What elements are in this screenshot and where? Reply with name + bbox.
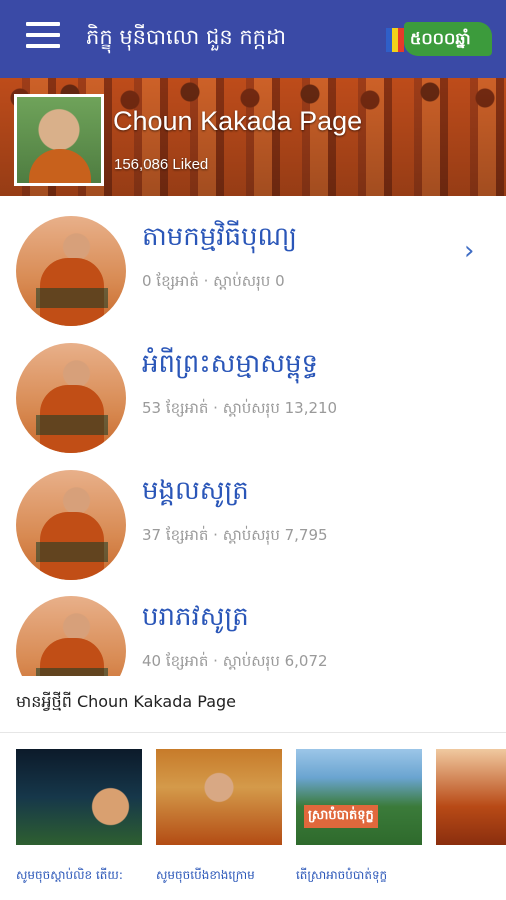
playlist-meta: 40 ខ្សែអាត់ · ស្តាប់សរុប 6,072	[142, 652, 328, 670]
menu-icon[interactable]	[26, 22, 60, 52]
video-caption: សូមចុចស្តាប់លិខ តើយ:	[16, 868, 123, 882]
video-card[interactable]	[436, 749, 506, 881]
playlist-item[interactable]: អំពីព្រះសម្មាសម្ពុទ្ធ 53 ខ្សែអាត់ · ស្តា…	[0, 323, 506, 453]
playlist-avatar	[16, 470, 126, 580]
app-title: ភិក្ខុ មុនីបាលោ ជួន កក្កដា	[86, 25, 286, 49]
cover-banner: Choun Kakada Page 156,086 Liked	[0, 78, 506, 196]
playlist-title: មង្គលសូត្រ	[142, 476, 249, 506]
badge-text: ៥០០០ឆ្នាំ	[410, 29, 471, 48]
playlist-title: បរាភវសូត្រ	[142, 602, 249, 632]
playlist-list: តាមកម្មវិធីបុណ្យ 0 ខ្សែអាត់ · ស្តាប់សរុប…	[0, 196, 506, 676]
whats-new-heading: មានអ្វីថ្មីពី Choun Kakada Page	[16, 692, 236, 711]
video-thumbnail	[436, 749, 506, 845]
playlist-title: តាមកម្មវិធីបុណ្យ	[142, 222, 298, 252]
playlist-meta: 37 ខ្សែអាត់ · ស្តាប់សរុប 7,795	[142, 526, 328, 544]
playlist-avatar	[16, 596, 126, 676]
playlist-title: អំពីព្រះសម្មាសម្ពុទ្ធ	[142, 349, 318, 379]
video-card[interactable]: សូមចុចបើងខាងក្រោម	[156, 749, 282, 882]
video-thumbnail	[156, 749, 282, 845]
video-caption: សូមចុចបើងខាងក្រោម	[156, 868, 255, 882]
chevron-right-icon[interactable]: ›	[464, 236, 474, 266]
video-card[interactable]: សូមចុចស្តាប់លិខ តើយ:	[16, 749, 142, 882]
video-caption: តើស្រាអាចបំបាត់ទុក្ខ	[296, 868, 388, 882]
playlist-meta: 53 ខ្សែអាត់ · ស្តាប់សរុប 13,210	[142, 399, 338, 417]
app-bar: ភិក្ខុ មុនីបាលោ ជួន កក្កដា ៥០០០ឆ្នាំ	[0, 0, 506, 78]
playlist-avatar	[16, 343, 126, 453]
playlist-item[interactable]: មង្គលសូត្រ 37 ខ្សែអាត់ · ស្តាប់សរុប 7,79…	[0, 450, 506, 580]
playlist-item[interactable]: បរាភវសូត្រ 40 ខ្សែអាត់ · ស្តាប់សរុប 6,07…	[0, 576, 506, 676]
video-card[interactable]: ស្រាបំបាត់ទុក្ខ តើស្រាអាចបំបាត់ទុក្ខ	[296, 749, 422, 882]
playlist-meta: 0 ខ្សែអាត់ · ស្តាប់សរុប 0	[142, 272, 285, 290]
profile-picture[interactable]	[14, 94, 104, 186]
playlist-item[interactable]: តាមកម្មវិធីបុណ្យ 0 ខ្សែអាត់ · ស្តាប់សរុប…	[0, 196, 506, 326]
page-likes: 156,086 Liked	[114, 156, 209, 173]
video-carousel[interactable]: សូមចុចស្តាប់លិខ តើយ: សូមចុចបើងខាងក្រោម ស…	[0, 733, 506, 900]
video-thumbnail-text: ស្រាបំបាត់ទុក្ខ	[304, 805, 378, 828]
video-thumbnail: ស្រាបំបាត់ទុក្ខ	[296, 749, 422, 845]
video-thumbnail	[16, 749, 142, 845]
flag-badge-icon: ៥០០០ឆ្នាំ	[384, 22, 492, 56]
playlist-avatar	[16, 216, 126, 326]
page-name: Choun Kakada Page	[113, 106, 363, 136]
